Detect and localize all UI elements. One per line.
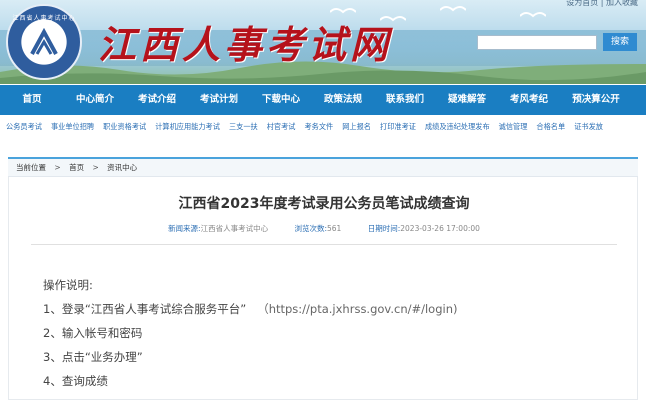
bird-icon bbox=[520, 12, 546, 18]
emblem-mark-icon bbox=[30, 28, 58, 55]
nav-item-discipline[interactable]: 考风考纪 bbox=[498, 85, 560, 115]
article-body: 操作说明: 1、登录“江西省人事考试综合服务平台” （https://pta.j… bbox=[43, 273, 458, 393]
breadcrumb-current[interactable]: 资讯中心 bbox=[107, 163, 137, 172]
step-4: 4、查询成绩 bbox=[43, 374, 108, 388]
nav-item-about[interactable]: 中心简介 bbox=[64, 85, 126, 115]
nav-item-downloads[interactable]: 下载中心 bbox=[250, 85, 312, 115]
search-button[interactable]: 搜索 bbox=[603, 33, 637, 51]
nav-item-budget[interactable]: 预决算公开 bbox=[560, 85, 632, 115]
nav-item-faq[interactable]: 疑难解答 bbox=[436, 85, 498, 115]
breadcrumb: 当前位置 > 首页 > 资讯中心 bbox=[8, 157, 638, 177]
header-banner: 江西省人事考试中心 江西人事考试网 设为首页 | 加入收藏 搜索 bbox=[0, 0, 646, 84]
step-2: 2、输入帐号和密码 bbox=[43, 326, 143, 340]
instructions-heading: 操作说明: bbox=[43, 278, 93, 292]
breadcrumb-home[interactable]: 首页 bbox=[69, 163, 84, 172]
subnav-item-institution[interactable]: 事业单位招聘 bbox=[51, 122, 94, 131]
subnav-item-qualified[interactable]: 合格名单 bbox=[536, 122, 565, 131]
breadcrumb-separator: > bbox=[92, 163, 99, 172]
subnav-item-credit[interactable]: 诚信管理 bbox=[499, 122, 528, 131]
top-links[interactable]: 设为首页 | 加入收藏 bbox=[566, 0, 638, 8]
step-1: 1、登录“江西省人事考试综合服务平台” （https://pta.jxhrss.… bbox=[43, 297, 458, 321]
step-3: 3、点击“业务办理” bbox=[43, 350, 143, 364]
step-1-text: 1、登录“江西省人事考试综合服务平台” bbox=[43, 302, 247, 316]
subnav-item-results[interactable]: 成绩及违纪处理发布 bbox=[425, 122, 490, 131]
source-label: 新闻来源: bbox=[168, 224, 201, 233]
date-value: 2023-03-26 17:00:00 bbox=[400, 224, 480, 233]
subnav-item-documents[interactable]: 考务文件 bbox=[304, 122, 333, 131]
nav-item-home[interactable]: 首页 bbox=[0, 85, 64, 115]
views-value: 561 bbox=[327, 224, 342, 233]
article-panel: 江西省2023年度考试录用公务员笔试成绩查询 新闻来源:江西省人事考试中心 浏览… bbox=[8, 177, 638, 400]
main-nav: 首页 中心简介 考试介绍 考试计划 下载中心 政策法规 联系我们 疑难解答 考风… bbox=[0, 85, 646, 115]
nav-item-policies[interactable]: 政策法规 bbox=[312, 85, 374, 115]
site-title[interactable]: 江西人事考试网 bbox=[98, 14, 392, 69]
nav-item-exam-intro[interactable]: 考试介绍 bbox=[126, 85, 188, 115]
subnav-item-civil-service[interactable]: 公务员考试 bbox=[6, 122, 42, 131]
source-value: 江西省人事考试中心 bbox=[200, 224, 269, 233]
subnav-item-qualification[interactable]: 职业资格考试 bbox=[103, 122, 146, 131]
nav-item-contact[interactable]: 联系我们 bbox=[374, 85, 436, 115]
subnav-item-computer[interactable]: 计算机应用能力考试 bbox=[155, 122, 220, 131]
subnav-item-registration[interactable]: 网上报名 bbox=[342, 122, 371, 131]
emblem-text: 江西省人事考试中心 bbox=[12, 15, 76, 22]
article-title: 江西省2023年度考试录用公务员笔试成绩查询 bbox=[178, 196, 470, 212]
login-url-link[interactable]: （https://pta.jxhrss.gov.cn/#/login) bbox=[257, 302, 457, 316]
subnav-item-certificates[interactable]: 证书发放 bbox=[574, 122, 603, 131]
bird-icon bbox=[440, 6, 466, 12]
search-input[interactable] bbox=[477, 35, 597, 50]
date-label: 日期时间: bbox=[367, 224, 401, 233]
nav-item-exam-plan[interactable]: 考试计划 bbox=[188, 85, 250, 115]
site-emblem[interactable]: 江西省人事考试中心 bbox=[6, 4, 82, 80]
sub-nav: 公务员考试 事业单位招聘 职业资格考试 计算机应用能力考试 三支一扶 村官考试 考务文件 网上… bbox=[6, 121, 642, 133]
subnav-item-sanzhi[interactable]: 三支一扶 bbox=[229, 122, 258, 131]
article-meta: 新闻来源:江西省人事考试中心 浏览次数:561 日期时间:2023-03-26 … bbox=[9, 223, 639, 234]
breadcrumb-label: 当前位置 bbox=[16, 163, 46, 172]
subnav-item-village[interactable]: 村官考试 bbox=[267, 122, 296, 131]
breadcrumb-separator: > bbox=[54, 163, 61, 172]
subnav-item-admission[interactable]: 打印准考证 bbox=[380, 122, 416, 131]
divider bbox=[31, 244, 617, 245]
views-label: 浏览次数: bbox=[294, 224, 328, 233]
